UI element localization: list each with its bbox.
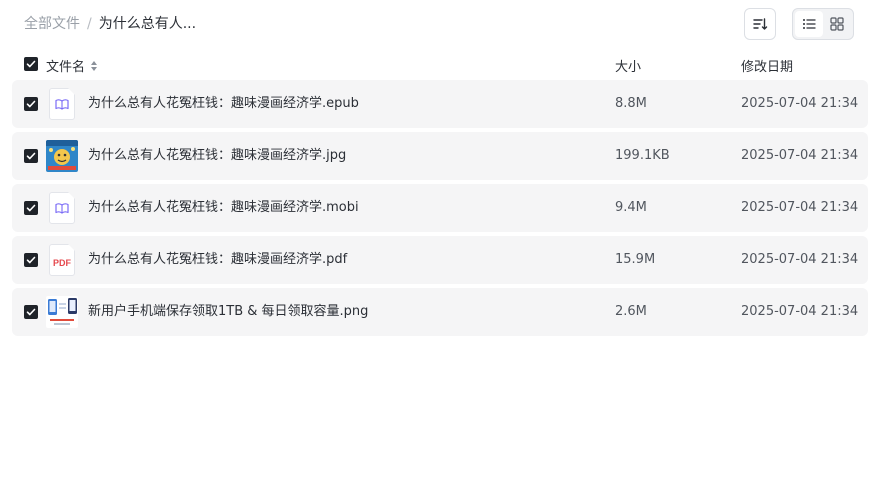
image-thumbnail: [46, 296, 78, 328]
check-icon: [26, 204, 36, 212]
select-all-checkbox[interactable]: [24, 57, 38, 71]
pdf-icon-label: PDF: [53, 258, 71, 268]
row-checkbox[interactable]: [24, 149, 38, 163]
file-thumbnail: [46, 192, 78, 224]
column-name-label: 文件名: [46, 60, 86, 75]
file-name[interactable]: 为什么总有人花冤枉钱：趣味漫画经济学.epub: [88, 95, 359, 113]
file-size: 199.1KB: [615, 148, 670, 163]
grid-view-button[interactable]: [823, 11, 851, 37]
file-size: 15.9M: [615, 252, 656, 267]
file-name[interactable]: 新用户手机端保存领取1TB & 每日领取容量.png: [88, 303, 368, 321]
file-row[interactable]: PDF 为什么总有人花冤枉钱：趣味漫画经济学.pdf 15.9M 2025-07…: [12, 236, 868, 284]
check-icon: [26, 256, 36, 264]
column-header-modified[interactable]: 修改日期: [741, 56, 793, 75]
breadcrumb: 全部文件 / 为什么总有人...: [24, 15, 196, 33]
view-toggle: [792, 8, 854, 40]
file-thumbnail: [46, 88, 78, 120]
grid-view-icon: [830, 17, 844, 31]
ebook-icon: [49, 88, 75, 120]
file-thumbnail: PDF: [46, 244, 78, 276]
list-view-button[interactable]: [795, 11, 823, 37]
sort-icon: [753, 18, 768, 30]
list-view-icon: [803, 19, 816, 29]
ebook-icon: [49, 192, 75, 224]
file-modified: 2025-07-04 21:34: [741, 252, 859, 267]
file-size: 2.6M: [615, 304, 647, 319]
row-checkbox[interactable]: [24, 97, 38, 111]
row-checkbox[interactable]: [24, 253, 38, 267]
file-thumbnail: [46, 296, 78, 328]
file-modified: 2025-07-04 21:34: [741, 200, 859, 215]
table-header: 文件名 大小 修改日期: [12, 52, 868, 76]
file-row[interactable]: 新用户手机端保存领取1TB & 每日领取容量.png 2.6M 2025-07-…: [12, 288, 868, 336]
column-header-name[interactable]: 文件名: [46, 56, 98, 75]
breadcrumb-current: 为什么总有人...: [98, 16, 197, 32]
row-checkbox[interactable]: [24, 201, 38, 215]
check-icon: [26, 100, 36, 108]
file-name[interactable]: 为什么总有人花冤枉钱：趣味漫画经济学.pdf: [88, 251, 347, 269]
file-name[interactable]: 为什么总有人花冤枉钱：趣味漫画经济学.jpg: [88, 147, 346, 165]
image-thumbnail: [46, 140, 78, 172]
file-size: 9.4M: [615, 200, 647, 215]
breadcrumb-root[interactable]: 全部文件: [24, 15, 80, 33]
sort-toggle-icon: [91, 60, 98, 71]
file-modified: 2025-07-04 21:34: [741, 96, 859, 111]
file-size: 8.8M: [615, 96, 647, 111]
file-thumbnail: [46, 140, 78, 172]
file-name[interactable]: 为什么总有人花冤枉钱：趣味漫画经济学.mobi: [88, 199, 359, 217]
check-icon: [26, 60, 36, 68]
column-header-size[interactable]: 大小: [615, 56, 641, 75]
check-icon: [26, 308, 36, 316]
sort-button[interactable]: [744, 8, 776, 40]
file-modified: 2025-07-04 21:34: [741, 304, 859, 319]
row-checkbox[interactable]: [24, 305, 38, 319]
file-row[interactable]: 为什么总有人花冤枉钱：趣味漫画经济学.mobi 9.4M 2025-07-04 …: [12, 184, 868, 232]
file-list: 为什么总有人花冤枉钱：趣味漫画经济学.epub 8.8M 2025-07-04 …: [12, 80, 868, 340]
file-row[interactable]: 为什么总有人花冤枉钱：趣味漫画经济学.jpg 199.1KB 2025-07-0…: [12, 132, 868, 180]
check-icon: [26, 152, 36, 160]
file-modified: 2025-07-04 21:34: [741, 148, 859, 163]
breadcrumb-separator: /: [87, 16, 92, 32]
file-row[interactable]: 为什么总有人花冤枉钱：趣味漫画经济学.epub 8.8M 2025-07-04 …: [12, 80, 868, 128]
top-bar: 全部文件 / 为什么总有人...: [0, 0, 878, 48]
pdf-icon: PDF: [49, 244, 75, 276]
